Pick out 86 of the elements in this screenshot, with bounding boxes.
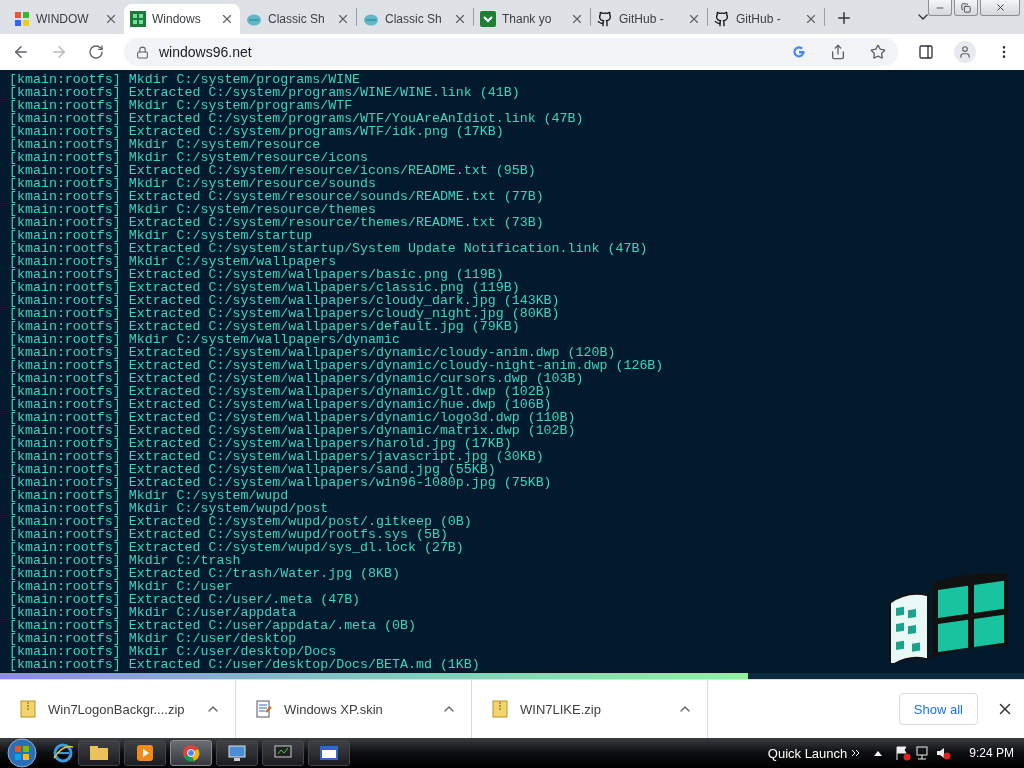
log-line: [kmain:rootfs] Mkdir C:/system/startup — [9, 229, 313, 242]
log-line: [kmain:rootfs] Extracted C:/system/wallpapers/dynamic/hue.dwp (106B) — [9, 398, 552, 411]
share-icon[interactable] — [830, 44, 846, 60]
close-icon[interactable] — [220, 12, 234, 26]
log-line: [kmain:rootfs] Extracted C:/system/wallpapers/dynamic/logo3d.dwp (110B) — [9, 411, 577, 424]
log-line: [kmain:rootfs] Extracted C:/system/resource/icons/README.txt (95B) — [9, 164, 537, 177]
log-line: [kmain:rootfs] Extracted C:/system/wallpapers/harold.jpg (17KB) — [9, 437, 512, 450]
flag-icon[interactable] — [895, 745, 912, 761]
log-line: [kmain:rootfs] Mkdir C:/user/desktop/Docs — [9, 645, 337, 658]
log-line: [kmain:rootfs] Mkdir C:/system/resource/icons — [9, 151, 369, 164]
monitor-icon[interactable] — [262, 740, 304, 766]
log-line: [kmain:rootfs] Extracted C:/system/programs/WINE/WINE.link (41B) — [9, 86, 521, 99]
log-line: [kmain:rootfs] Extracted C:/system/wallpapers/javascript.jpg (30KB) — [9, 450, 545, 463]
log-line: [kmain:rootfs] Mkdir C:/user — [9, 580, 233, 593]
browser-tab[interactable]: GitHub - — [591, 4, 707, 34]
log-line: [kmain:rootfs] Extracted C:/system/resource/sounds/README.txt (77B) — [9, 190, 545, 203]
show-all-button[interactable]: Show all — [898, 693, 978, 725]
tiles-icon — [14, 11, 30, 27]
document-icon — [256, 700, 272, 718]
log-line: [kmain:rootfs] Extracted C:/system/wallpapers/basic.png (119B) — [9, 268, 504, 281]
chevron-icon[interactable] — [851, 748, 860, 758]
log-line: [kmain:rootfs] Mkdir C:/system/wallpapers — [9, 255, 337, 268]
log-line: [kmain:rootfs] Mkdir C:/user/desktop — [9, 632, 297, 645]
check-icon — [480, 11, 496, 27]
browser-tab[interactable]: Classic Sh — [357, 4, 473, 34]
clock-time[interactable]: 9:24 PM — [969, 746, 1014, 760]
window-grid-icon — [130, 11, 146, 27]
window-icon[interactable] — [308, 740, 350, 766]
log-line: [kmain:rootfs] Mkdir C:/trash — [9, 554, 241, 567]
browser-tab[interactable]: Classic Sh — [240, 4, 356, 34]
log-line: [kmain:rootfs] Mkdir C:/system/wupd — [9, 489, 289, 502]
log-line: [kmain:rootfs] Extracted C:/system/wallpapers/sand.jpg (55KB) — [9, 463, 497, 476]
log-line: [kmain:rootfs] Extracted C:/system/wallpapers/dynamic/matrix.dwp (102B) — [9, 424, 577, 437]
lock-icon — [136, 45, 149, 59]
quick-launch-label[interactable]: Quick Launch — [767, 745, 848, 761]
address-bar[interactable]: windows96.net — [124, 38, 898, 66]
log-line: [kmain:rootfs] Extracted C:/system/wallpapers/dynamic/cloudy-night-anim.dwp (126B) — [9, 359, 665, 372]
zip-file-icon — [20, 700, 36, 718]
log-line: [kmain:rootfs] Extracted C:/system/wallpapers/win96-1080p.jpg (75KB) — [9, 476, 553, 489]
log-line: [kmain:rootfs] Extracted C:/user/appdata/.meta (0B) — [9, 619, 417, 632]
log-line: [kmain:rootfs] Extracted C:/system/wupd/rootfs.sys (5B) — [9, 528, 448, 541]
restore-icon[interactable] — [954, 0, 978, 16]
computer-icon[interactable] — [216, 740, 258, 766]
browser-tab[interactable]: Windows — [124, 4, 240, 34]
log-line: [kmain:rootfs] Mkdir C:/system/wallpapers/dynamic — [9, 333, 400, 346]
log-line: [kmain:rootfs] Extracted C:/system/wallpapers/dynamic/glt.dwp (102B) — [9, 385, 552, 398]
log-line: [kmain:rootfs] Extracted C:/system/wallpapers/classic.png (119B) — [9, 281, 520, 294]
log-line: [kmain:rootfs] Mkdir C:/system/resource — [9, 138, 321, 151]
log-line: [kmain:rootfs] Extracted C:/user/.meta (47B) — [9, 593, 362, 606]
log-line: [kmain:rootfs] Extracted C:/system/programs/WTF/YouAreAnIdiot.link (47B) — [9, 112, 585, 125]
profile-icon[interactable] — [954, 41, 976, 63]
folder-icon[interactable] — [78, 740, 120, 766]
log-line: [kmain:rootfs] Extracted C:/system/startup/System Update Notification.link (47B) — [9, 242, 649, 255]
back-icon[interactable] — [12, 43, 30, 61]
media-player-icon[interactable] — [124, 740, 166, 766]
reload-icon[interactable] — [88, 44, 104, 60]
speaker-muted-icon[interactable] — [935, 745, 952, 761]
new-tab-icon[interactable] — [835, 9, 853, 27]
log-line: [kmain:rootfs] Extracted C:/system/wupd/sys_dl.lock (27B) — [9, 541, 465, 554]
log-line: [kmain:rootfs] Mkdir C:/system/resource/sounds — [9, 177, 377, 190]
zip-file-icon — [492, 700, 508, 718]
browser-tab[interactable]: Thank yo — [474, 4, 590, 34]
chrome-icon[interactable] — [170, 740, 212, 766]
log-line: [kmain:rootfs] Mkdir C:/user/appdata — [9, 606, 297, 619]
log-line: [kmain:rootfs] Mkdir C:/system/programs/WTF — [9, 99, 353, 112]
log-line: [kmain:rootfs] Extracted C:/system/programs/WTF/idk.png (17KB) — [9, 125, 504, 138]
github-icon — [597, 11, 613, 27]
log-line: [kmain:rootfs] Mkdir C:/system/resource/themes — [9, 203, 377, 216]
side-panel-icon[interactable] — [918, 44, 934, 60]
log-line: [kmain:rootfs] Extracted C:/system/wallpapers/default.jpg (79KB) — [9, 320, 520, 333]
log-line: [kmain:rootfs] Mkdir C:/system/wupd/post — [9, 502, 329, 515]
log-line: [kmain:rootfs] Extracted C:/system/resource/themes/README.txt (73B) — [9, 216, 545, 229]
g-logo-icon[interactable] — [792, 45, 806, 59]
log-line: [kmain:rootfs] Extracted C:/system/wupd/post/.gitkeep (0B) — [9, 515, 473, 528]
star-icon[interactable] — [870, 44, 886, 60]
log-line: [kmain:rootfs] Mkdir C:/system/programs/WINE — [9, 73, 361, 86]
log-line: [kmain:rootfs] Extracted C:/system/wallpapers/dynamic/cloudy-anim.dwp (120B) — [9, 346, 617, 359]
log-line: [kmain:rootfs] Extracted C:/system/wallpapers/cloudy_night.jpg (80KB) — [9, 307, 561, 320]
log-line: [kmain:rootfs] Extracted C:/user/desktop/Docs/BETA.md (1KB) — [9, 658, 481, 671]
browser-tab[interactable]: GitHub - — [708, 4, 824, 34]
browser-e-icon[interactable] — [52, 742, 74, 764]
log-line: [kmain:rootfs] Extracted C:/system/wallpapers/cloudy_dark.jpg (143KB) — [9, 294, 561, 307]
github-icon — [714, 11, 730, 27]
log-line: [kmain:rootfs] Extracted C:/system/wallpapers/dynamic/cursors.dwp (103B) — [9, 372, 584, 385]
log-line: [kmain:rootfs] Extracted C:/trash/Water.jpg (8KB) — [9, 567, 401, 580]
browser-tab[interactable]: WINDOW — [8, 4, 124, 34]
